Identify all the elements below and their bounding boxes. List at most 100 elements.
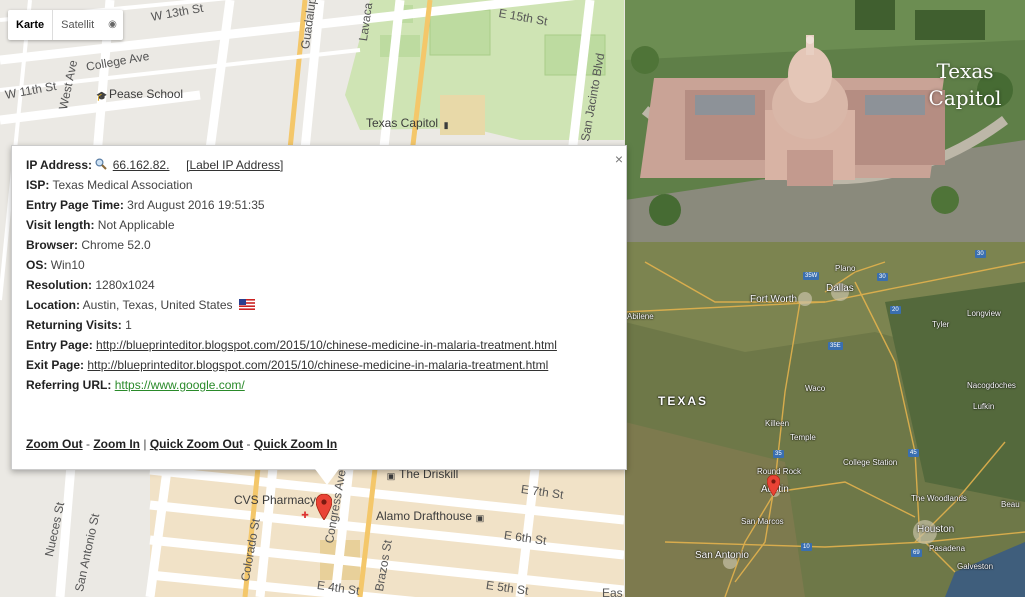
city-label: Killeen [765,419,790,428]
austin-marker-icon[interactable] [767,475,780,496]
field-label: Returning Visits: [26,318,122,332]
city-label: Waco [805,384,826,393]
us-flag-icon [238,299,255,310]
referring-url-link[interactable]: https://www.google.com/ [115,378,245,392]
quick-zoom-out-link[interactable]: Quick Zoom Out [150,437,243,451]
separator: - [246,437,251,451]
entry-page-row: Entry Page: http://blueprinteditor.blogs… [26,337,557,357]
street-label: Eas [602,586,623,597]
field-label: OS: [26,258,48,272]
state-label: TEXAS [658,394,709,408]
city-label: Galveston [957,562,994,571]
returning-visits-row: Returning Visits: 1 [26,317,557,337]
landmark-icon: ▮ [443,120,449,130]
city-label: Houston [917,524,955,535]
field-label: Browser: [26,238,79,252]
city-label: San Antonio [695,550,749,561]
browser-row: Browser: Chrome 52.0 [26,237,557,257]
visitor-info-popup: × IP Address: 66.162.82. [Label IP Addre… [11,145,627,485]
field-value: 1280x1024 [95,278,155,292]
map-type-map-button[interactable]: Karte [8,10,52,40]
city-label: Beau [1001,500,1020,509]
exit-page-label: Exit Page: [26,358,85,372]
highway-shield: 35E [828,342,843,350]
poi-texas-capitol[interactable]: Texas Capitol ▮ [366,116,454,130]
camera-icon[interactable]: ◉ [102,10,123,40]
highway-shield: 35W [803,272,820,280]
zoom-out-link[interactable]: Zoom Out [26,437,83,451]
label-ip-address-link[interactable]: [Label IP Address] [186,158,283,172]
exit-page-row: Exit Page: http://blueprinteditor.blogsp… [26,357,557,377]
pharmacy-icon: ✚ [301,510,309,520]
highway-shield: 20 [890,306,901,314]
resolution-row: Resolution: 1280x1024 [26,277,557,297]
separator: | [143,437,147,451]
ip-address-label: IP Address: [26,158,93,172]
hotel-icon: ▣ [386,471,396,481]
map-type-control: Karte Satellit ◉ [8,10,123,40]
field-label: Location: [26,298,80,312]
capitol-photo-title: Texas Capitol [905,58,1025,112]
highway-shield: 30 [877,273,888,281]
popup-tail [315,469,339,485]
field-value: Chrome 52.0 [81,238,151,252]
field-value: Austin, Texas, United States [82,298,233,312]
highway-shield: 35 [773,450,784,458]
city-label: San Marcos [741,517,784,526]
separator: - [86,437,90,451]
zoom-in-link[interactable]: Zoom In [93,437,140,451]
poi-alamo-drafthouse[interactable]: Alamo Drafthouse ▣ [376,509,488,523]
entry-page-label: Entry Page: [26,338,93,352]
isp-row: ISP: Texas Medical Association [26,177,557,197]
capitol-title-line: Texas [936,59,994,83]
city-label: College Station [843,458,898,467]
school-icon: 🎓 [96,91,108,101]
city-label: Fort Worth [750,294,798,305]
entry-page-link[interactable]: http://blueprinteditor.blogspot.com/2015… [96,338,557,352]
ip-address-link[interactable]: 66.162.82. [113,158,170,172]
field-label: ISP: [26,178,50,192]
field-value: 1 [125,318,132,332]
field-value: Win10 [50,258,85,272]
location-marker-icon[interactable] [316,494,332,520]
location-row: Location: Austin, Texas, United States [26,297,557,317]
ip-address-row: IP Address: 66.162.82. [Label IP Address… [26,157,557,177]
city-label: Abilene [627,312,654,321]
visitor-details: IP Address: 66.162.82. [Label IP Address… [26,157,557,397]
texas-capitol-photo [625,0,1025,242]
map-type-satellite-button[interactable]: Satellit [52,10,102,40]
close-icon[interactable]: × [612,152,626,166]
referring-url-row: Referring URL: https://www.google.com/ [26,377,557,397]
city-label: Longview [967,309,1001,318]
city-label: Nacogdoches [967,381,1016,390]
field-value: 3rd August 2016 19:51:35 [127,198,265,212]
poi-pease-school[interactable]: 🎓 Pease School [96,87,183,101]
city-label: Dallas [826,283,854,294]
exit-page-link[interactable]: http://blueprinteditor.blogspot.com/2015… [87,358,548,372]
poi-cvs-pharmacy[interactable]: CVS Pharmacy [234,493,316,507]
entry-time-row: Entry Page Time: 3rd August 2016 19:51:3… [26,197,557,217]
capitol-aerial-image [625,0,1025,242]
field-value: Texas Medical Association [52,178,193,192]
highway-shield: 45 [908,449,919,457]
city-label: Lufkin [973,402,995,411]
highway-shield: 69 [911,549,922,557]
field-label: Visit length: [26,218,95,232]
field-label: Resolution: [26,278,92,292]
field-value: Not Applicable [97,218,175,232]
magnifier-icon[interactable] [95,158,108,170]
field-label: Entry Page Time: [26,198,124,212]
cinema-icon: ▣ [475,513,485,523]
capitol-title-line: Capitol [928,86,1002,110]
city-label: Tyler [932,320,950,329]
texas-satellite-map[interactable]: TEXAS Plano Dallas Fort Worth Abilene Ty… [625,242,1025,597]
city-label: Plano [835,264,856,273]
city-label: The Woodlands [911,494,967,503]
referring-url-label: Referring URL: [26,378,112,392]
highway-shield: 10 [801,543,812,551]
os-row: OS: Win10 [26,257,557,277]
city-label: Pasadena [929,544,966,553]
highway-shield: 30 [975,250,986,258]
visit-length-row: Visit length: Not Applicable [26,217,557,237]
quick-zoom-in-link[interactable]: Quick Zoom In [254,437,337,451]
